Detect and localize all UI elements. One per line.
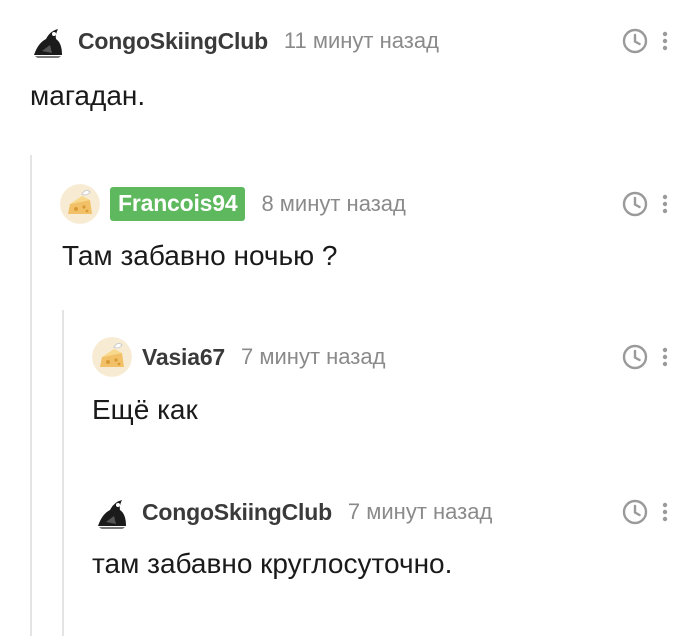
more-vertical-icon[interactable] [662,501,668,523]
comment-actions [622,335,668,379]
cheese-avatar-icon[interactable] [60,184,100,224]
bird-avatar-icon[interactable] [28,21,68,61]
comment-header: CongoSkiingClub 7 минут назад [92,490,492,534]
comment-header: Vasia67 7 минут назад [92,335,385,379]
clock-icon[interactable] [622,499,648,525]
comment-text: магадан. [30,80,146,111]
thread-line-level-1[interactable] [30,155,32,636]
bird-avatar-icon[interactable] [92,492,132,532]
comment-header: Francois94 8 минут назад [60,182,406,226]
username[interactable]: CongoSkiingClub [78,28,268,55]
more-vertical-icon[interactable] [662,193,668,215]
comment-actions [622,490,668,534]
comment-time[interactable]: 7 минут назад [348,499,492,525]
comment-actions [622,182,668,226]
clock-icon[interactable] [622,344,648,370]
comment-text: Ещё как [92,394,198,425]
comment-time[interactable]: 8 минут назад [261,191,405,217]
comment-text: Там забавно ночью ? [62,240,338,271]
comment-time[interactable]: 11 минут назад [284,28,439,54]
clock-icon[interactable] [622,191,648,217]
comment-header: CongoSkiingClub 11 минут назад [28,19,439,63]
username[interactable]: Vasia67 [142,344,225,371]
username[interactable]: CongoSkiingClub [142,499,332,526]
thread-line-level-2[interactable] [62,310,64,636]
comment-text: там забавно круглосуточно. [92,548,453,579]
cheese-avatar-icon[interactable] [92,337,132,377]
comment-actions [622,19,668,63]
clock-icon[interactable] [622,28,648,54]
more-vertical-icon[interactable] [662,30,668,52]
username[interactable]: Francois94 [110,187,246,221]
comment-time[interactable]: 7 минут назад [241,344,385,370]
more-vertical-icon[interactable] [662,346,668,368]
